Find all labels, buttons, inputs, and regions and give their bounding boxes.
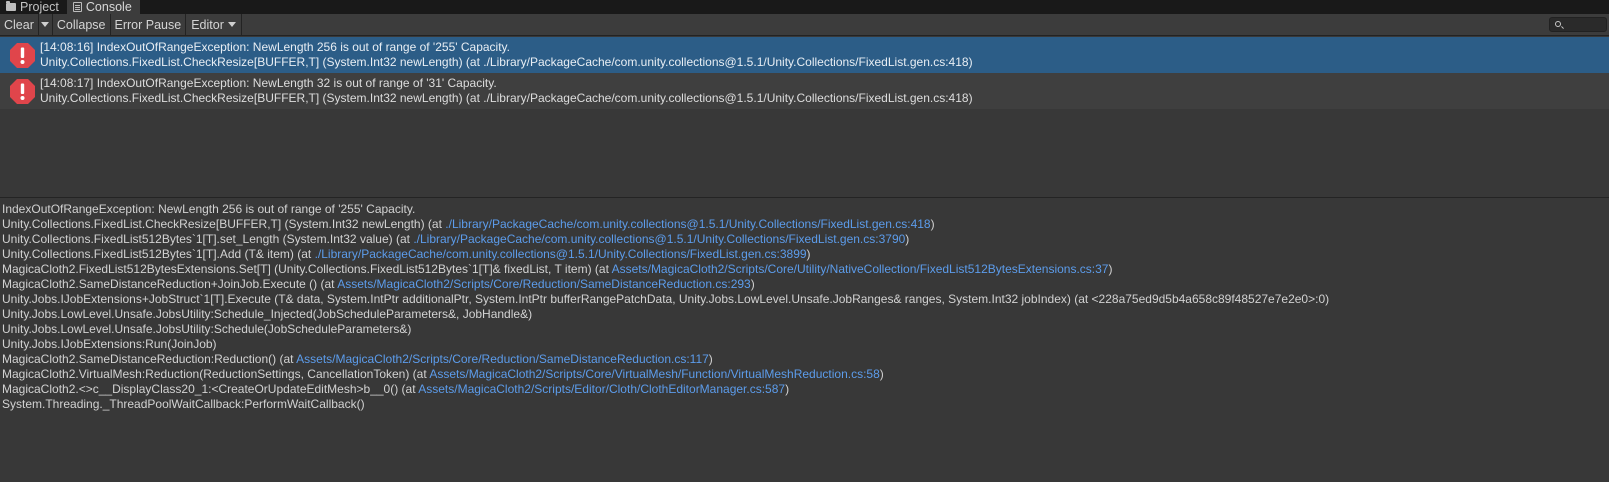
folder-icon — [6, 1, 16, 11]
stack-frame-text: MagicaCloth2.VirtualMesh:Reduction(Reduc… — [2, 367, 430, 381]
stack-frame-end: ) — [785, 382, 790, 396]
log-list[interactable]: [14:08:16] IndexOutOfRangeException: New… — [0, 37, 1609, 197]
stack-frame: Unity.Jobs.LowLevel.Unsafe.JobsUtility:S… — [2, 307, 1607, 322]
stack-frame-end: ) — [1108, 262, 1113, 276]
stack-frame-end: ) — [930, 217, 935, 231]
stack-frame-text: Unity.Jobs.IJobExtensions:Run(JoinJob) — [2, 337, 217, 351]
stack-frame: Unity.Jobs.IJobExtensions:Run(JoinJob) — [2, 337, 1607, 352]
stack-frame-link[interactable]: ./Library/PackageCache/com.unity.collect… — [413, 232, 905, 246]
editor-dropdown[interactable]: Editor — [186, 14, 242, 35]
stack-frame: MagicaCloth2.FixedList512BytesExtensions… — [2, 262, 1607, 277]
stack-trace: Unity.Collections.FixedList.CheckResize[… — [2, 217, 1607, 412]
stack-frame-text: MagicaCloth2.<>c__DisplayClass20_1:<Crea… — [2, 382, 419, 396]
stack-frame-link[interactable]: Assets/MagicaCloth2/Scripts/Core/Reducti… — [337, 277, 751, 291]
log-detail-pane: IndexOutOfRangeException: NewLength 256 … — [0, 198, 1609, 482]
stack-frame-text: MagicaCloth2.SameDistanceReduction:Reduc… — [2, 352, 297, 366]
console-toolbar: Clear Collapse Error Pause Editor — [0, 14, 1609, 36]
stack-frame-link[interactable]: Assets/MagicaCloth2/Scripts/Editor/Cloth… — [418, 382, 785, 396]
stack-frame-end: ) — [806, 247, 811, 261]
search-input[interactable] — [1549, 17, 1607, 32]
tab-project[interactable]: Project — [0, 0, 67, 14]
stack-frame-link[interactable]: Assets/MagicaCloth2/Scripts/Core/Virtual… — [429, 367, 879, 381]
stack-frame-text: MagicaCloth2.FixedList512BytesExtensions… — [2, 262, 612, 276]
stack-frame-text: Unity.Jobs.LowLevel.Unsafe.JobsUtility:S… — [2, 307, 533, 321]
stack-frame-link[interactable]: Assets/MagicaCloth2/Scripts/Core/Utility… — [612, 262, 1109, 276]
stack-frame-text: Unity.Jobs.LowLevel.Unsafe.JobsUtility:S… — [2, 322, 412, 336]
stack-frame: Unity.Jobs.IJobExtensions+JobStruct`1[T]… — [2, 292, 1607, 307]
stack-frame: Unity.Collections.FixedList.CheckResize[… — [2, 217, 1607, 232]
log-entry[interactable]: [14:08:17] IndexOutOfRangeException: New… — [0, 73, 1609, 109]
stack-frame-end: ) — [750, 277, 755, 291]
stack-frame: MagicaCloth2.<>c__DisplayClass20_1:<Crea… — [2, 382, 1607, 397]
log-entry-message: [14:08:17] IndexOutOfRangeException: New… — [40, 76, 497, 90]
stack-frame-text: System.Threading._ThreadPoolWaitCallback… — [2, 397, 365, 411]
error-pause-toggle[interactable]: Error Pause — [111, 14, 187, 35]
search-icon — [1555, 21, 1561, 27]
detail-message: IndexOutOfRangeException: NewLength 256 … — [2, 202, 416, 216]
chevron-down-icon — [227, 22, 236, 27]
stack-frame: MagicaCloth2.SameDistanceReduction:Reduc… — [2, 352, 1607, 367]
collapse-toggle[interactable]: Collapse — [53, 14, 111, 35]
log-entry[interactable]: [14:08:16] IndexOutOfRangeException: New… — [0, 37, 1609, 73]
tab-console[interactable]: Console — [66, 0, 140, 14]
stack-frame-end: ) — [708, 352, 713, 366]
stack-frame: Unity.Jobs.LowLevel.Unsafe.JobsUtility:S… — [2, 322, 1607, 337]
error-icon — [10, 43, 35, 68]
stack-frame: MagicaCloth2.VirtualMesh:Reduction(Reduc… — [2, 367, 1607, 382]
stack-frame-link[interactable]: ./Library/PackageCache/com.unity.collect… — [445, 217, 930, 231]
stack-frame-end: ) — [879, 367, 884, 381]
stack-frame-text: Unity.Collections.FixedList512Bytes`1[T]… — [2, 232, 414, 246]
stack-frame-text: Unity.Jobs.IJobExtensions+JobStruct`1[T]… — [2, 292, 1330, 306]
tab-console-label: Console — [85, 0, 132, 14]
log-entry-text: [14:08:17] IndexOutOfRangeException: New… — [40, 76, 973, 106]
stack-frame-text: MagicaCloth2.SameDistanceReduction+JoinJ… — [2, 277, 338, 291]
chevron-down-icon — [41, 22, 50, 27]
stack-frame-end: ) — [905, 232, 910, 246]
clear-options-dropdown[interactable] — [39, 14, 53, 35]
stack-frame-text: Unity.Collections.FixedList512Bytes`1[T]… — [2, 247, 315, 261]
log-entry-text: [14:08:16] IndexOutOfRangeException: New… — [40, 40, 973, 70]
stack-frame-text: Unity.Collections.FixedList.CheckResize[… — [2, 217, 446, 231]
window-tab-bar: Project Console — [0, 0, 1609, 14]
console-icon — [72, 2, 82, 12]
stack-frame-link[interactable]: ./Library/PackageCache/com.unity.collect… — [315, 247, 807, 261]
stack-frame: System.Threading._ThreadPoolWaitCallback… — [2, 397, 1607, 412]
stack-frame-link[interactable]: Assets/MagicaCloth2/Scripts/Core/Reducti… — [296, 352, 709, 366]
editor-dropdown-label: Editor — [191, 17, 224, 32]
clear-button[interactable]: Clear — [0, 14, 39, 35]
log-entry-message: [14:08:16] IndexOutOfRangeException: New… — [40, 40, 510, 54]
stack-frame: Unity.Collections.FixedList512Bytes`1[T]… — [2, 232, 1607, 247]
error-icon — [10, 79, 35, 104]
stack-frame: Unity.Collections.FixedList512Bytes`1[T]… — [2, 247, 1607, 262]
log-entry-location: Unity.Collections.FixedList.CheckResize[… — [40, 55, 973, 69]
stack-frame: MagicaCloth2.SameDistanceReduction+JoinJ… — [2, 277, 1607, 292]
log-entry-location: Unity.Collections.FixedList.CheckResize[… — [40, 91, 973, 105]
tab-project-label: Project — [20, 0, 59, 14]
